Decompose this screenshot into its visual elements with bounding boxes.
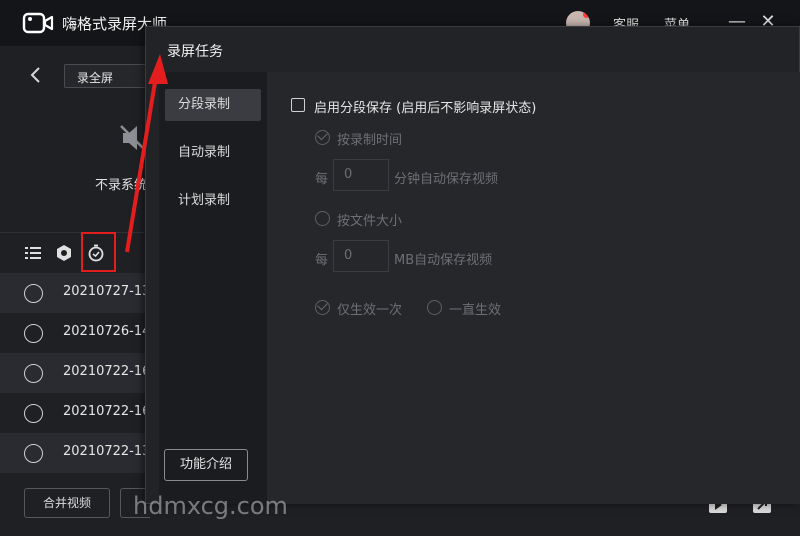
every-label: 每 — [315, 172, 329, 187]
recording-row[interactable]: 20210722-16 — [0, 353, 150, 393]
by-time-label: 按录制时间 — [337, 133, 403, 148]
list-toolbar — [0, 232, 150, 272]
minutes-input[interactable]: 0 — [333, 159, 389, 191]
check-mark-icon — [317, 299, 328, 311]
recording-name: 20210722-16 — [63, 364, 147, 379]
mb-suffix: MB自动保存视频 — [394, 253, 493, 268]
every-label: 每 — [315, 253, 329, 268]
merge-videos-button[interactable]: 合并视频 — [24, 488, 110, 518]
notification-dot — [583, 11, 590, 18]
record-task-dialog: 录屏任务 分段录制 自动录制 计划录制 功能介绍 启用分段保存 (启用后不影响录… — [145, 26, 800, 504]
by-size-radio[interactable] — [315, 211, 330, 226]
once-radio[interactable] — [315, 299, 330, 315]
enable-segment-label: 启用分段保存 (启用后不影响录屏状态) — [314, 101, 537, 116]
settings-hex-icon[interactable] — [54, 243, 74, 263]
mb-input[interactable]: 0 — [333, 240, 389, 272]
recording-name: 20210722-13 — [63, 444, 147, 459]
always-radio[interactable] — [427, 300, 442, 315]
tab-segment-record[interactable]: 分段录制 — [165, 89, 261, 121]
row-select-radio[interactable] — [24, 284, 43, 303]
row-select-radio[interactable] — [24, 324, 43, 343]
recording-name: 20210726-14 — [63, 324, 147, 339]
row-select-radio[interactable] — [24, 364, 43, 383]
row-select-radio[interactable] — [24, 404, 43, 423]
recording-row[interactable]: 20210722-13 — [0, 433, 150, 473]
recording-row[interactable]: 20210722-16 — [0, 393, 150, 433]
tab-auto-record[interactable]: 自动录制 — [165, 137, 261, 169]
recording-row[interactable]: 20210727-13 — [0, 273, 150, 313]
by-size-label: 按文件大小 — [337, 214, 403, 229]
enable-segment-checkbox[interactable] — [291, 98, 305, 112]
check-mark-icon — [317, 129, 328, 141]
minutes-suffix: 分钟自动保存视频 — [394, 172, 499, 187]
dialog-sidebar: 分段录制 自动录制 计划录制 功能介绍 — [159, 72, 267, 504]
back-arrow-icon[interactable] — [28, 65, 44, 85]
segment-settings-panel: 启用分段保存 (启用后不影响录屏状态) 按录制时间 每 0 分钟自动保存视频 按… — [267, 72, 800, 504]
by-time-radio[interactable] — [315, 129, 330, 145]
recording-name: 20210722-16 — [63, 404, 147, 419]
always-label: 一直生效 — [449, 303, 502, 318]
list-icon[interactable] — [23, 243, 43, 263]
recording-row[interactable]: 20210726-14 — [0, 313, 150, 353]
dialog-title: 录屏任务 — [167, 44, 223, 60]
tab-scheduled-record[interactable]: 计划录制 — [165, 185, 261, 217]
speaker-muted-icon[interactable] — [118, 122, 148, 154]
system-audio-label: 不录系统声音 — [95, 178, 150, 193]
watermark: hdmxcg.com — [133, 492, 288, 520]
timer-highlight-box — [81, 232, 116, 272]
feature-intro-button[interactable]: 功能介绍 — [164, 449, 248, 481]
row-select-radio[interactable] — [24, 444, 43, 463]
recording-name: 20210727-13 — [63, 284, 147, 299]
once-label: 仅生效一次 — [337, 303, 403, 318]
app-logo-icon — [22, 12, 54, 34]
